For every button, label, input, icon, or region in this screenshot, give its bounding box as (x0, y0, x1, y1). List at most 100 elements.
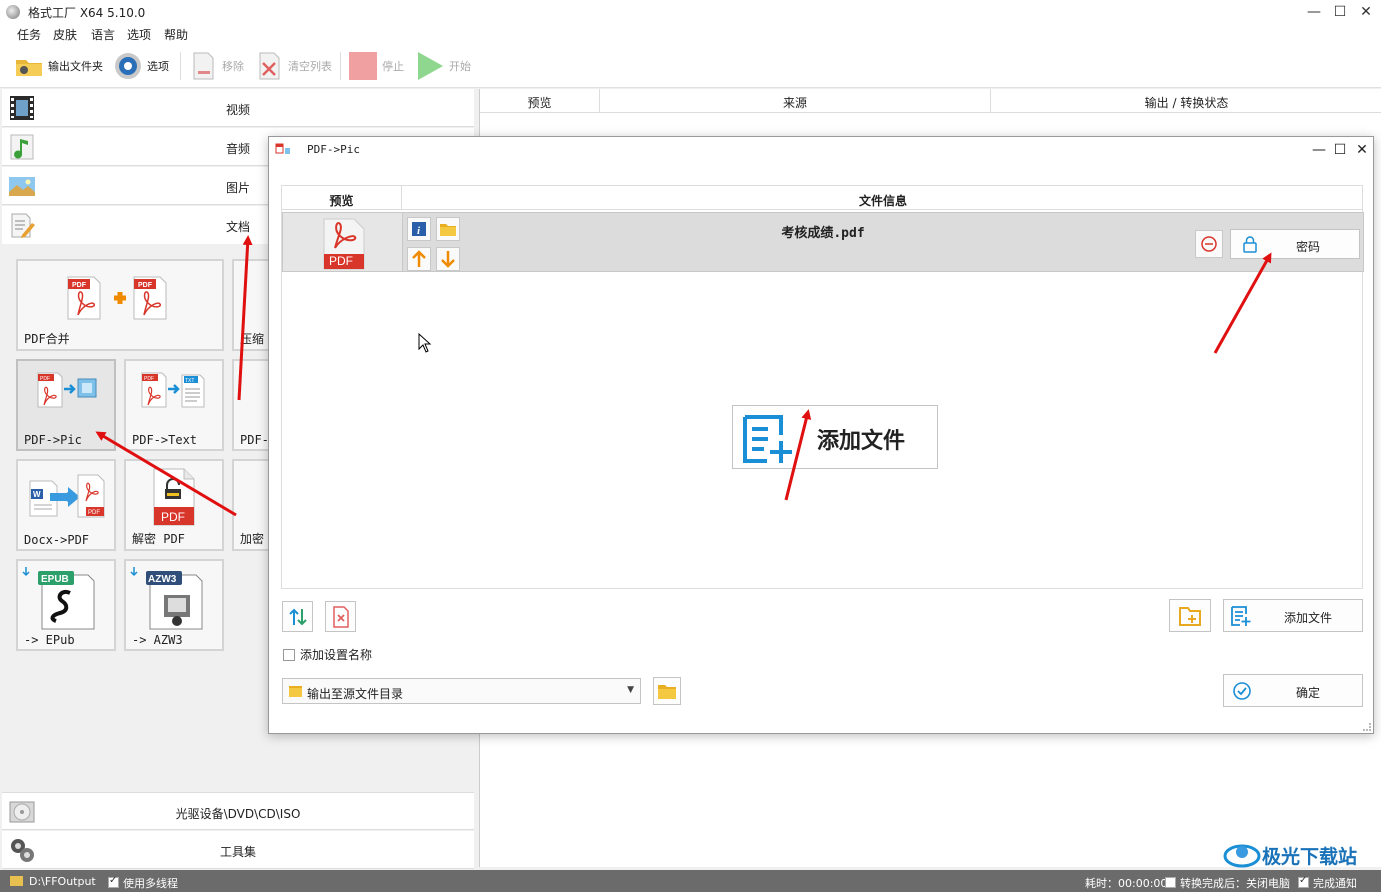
menu-help[interactable]: 帮助 (164, 26, 188, 43)
multithread-toggle[interactable]: 使用多线程 (108, 875, 178, 891)
file-row[interactable]: PDF i 考核成绩.pdf 密码 (282, 212, 1364, 272)
output-dir-select[interactable]: 输出至源文件目录 ▼ (282, 678, 641, 704)
output-path[interactable]: D:\FFOutput (10, 875, 96, 888)
folder-icon (658, 685, 676, 699)
tile-compress-label: 压缩 (240, 332, 265, 346)
tile-pdf-to-pic[interactable]: PDF PDF->Pic (16, 359, 116, 451)
start-button[interactable]: 开始 (415, 50, 471, 82)
watermark: 极光下载站 (1222, 838, 1372, 868)
watermark-logo (1223, 844, 1261, 868)
category-video[interactable]: 视频 (2, 89, 474, 127)
output-folder-button[interactable]: 输出文件夹 (14, 50, 103, 82)
status-bar: D:\FFOutput 使用多线程 耗时：00:00:00 转换完成后：关闭电脑… (0, 870, 1381, 892)
dialog-title: PDF->Pic (307, 143, 360, 156)
tile-pdf-merge[interactable]: PDF PDF PDF合并 (16, 259, 224, 351)
add-folder-button[interactable] (1169, 599, 1211, 632)
column-output-status[interactable]: 输出 / 转换状态 (991, 89, 1381, 113)
clear-files-icon (332, 605, 349, 628)
dialog-minimize-button[interactable]: — (1308, 140, 1330, 160)
arrow-down-icon (441, 251, 455, 268)
open-folder-button[interactable] (436, 217, 460, 241)
svg-text:W: W (33, 490, 41, 499)
pdf-merge-icon: PDF PDF (67, 276, 167, 320)
tile-decrypt-pdf[interactable]: PDF 解密 PDF (124, 459, 224, 551)
tile-to-epub[interactable]: EPUB -> EPub (16, 559, 116, 651)
folder-icon (10, 876, 23, 886)
clear-files-button[interactable] (325, 601, 356, 632)
menu-skin[interactable]: 皮肤 (53, 26, 77, 43)
info-icon: i (412, 222, 426, 237)
add-setting-name-checkbox[interactable] (283, 648, 295, 661)
move-down-button[interactable] (436, 247, 460, 271)
notify-toggle[interactable]: 完成通知 (1298, 875, 1357, 891)
browse-folder-button[interactable] (653, 677, 681, 705)
remove-doc-icon (193, 52, 214, 80)
add-file-icon (743, 415, 792, 463)
sort-button[interactable] (282, 601, 313, 632)
after-done-toggle[interactable]: 转换完成后：关闭电脑 (1165, 875, 1290, 891)
tile-encrypt[interactable]: 加密 (232, 459, 272, 551)
add-file-button[interactable]: 添加文件 (1223, 599, 1363, 632)
toolbar: 输出文件夹 选项 移除 清空列表 停止 开始 (0, 44, 1381, 88)
remove-file-button[interactable] (1195, 230, 1223, 258)
ok-button[interactable]: 确定 (1223, 674, 1363, 707)
svg-text:PDF: PDF (161, 510, 185, 524)
tile-pdf-merge-label: PDF合并 (24, 332, 70, 346)
file-preview-cell: PDF (283, 213, 403, 271)
output-dir-value: 输出至源文件目录 (307, 687, 404, 701)
column-source[interactable]: 来源 (600, 89, 991, 113)
menu-task[interactable]: 任务 (17, 26, 41, 43)
dialog-close-button[interactable]: ✕ (1351, 140, 1373, 160)
remove-button[interactable]: 移除 (188, 50, 244, 82)
minus-circle-icon (1201, 236, 1217, 252)
menu-options[interactable]: 选项 (127, 26, 151, 43)
stop-button[interactable]: 停止 (348, 50, 404, 82)
options-button[interactable]: 选项 (113, 50, 169, 82)
menu-language[interactable]: 语言 (91, 26, 115, 43)
file-info-button[interactable]: i (407, 217, 431, 241)
add-file-center-button[interactable]: 添加文件 (732, 405, 938, 469)
menu-bar: 任务 皮肤 语言 选项 帮助 (0, 24, 1381, 44)
category-toolbox[interactable]: 工具集 (2, 831, 474, 869)
category-optical[interactable]: 光驱设备\DVD\CD\ISO (2, 792, 474, 830)
pdf-thumbnail-label: PDF (329, 254, 353, 268)
svg-text:EPUB: EPUB (41, 574, 69, 585)
pdf-to-pic-small-icon (275, 143, 290, 154)
column-preview[interactable]: 预览 (480, 89, 600, 113)
svg-text:PDF: PDF (144, 376, 154, 382)
tile-pdf-to-text[interactable]: PDF TXT PDF->Text (124, 359, 224, 451)
tile-to-azw3-label: -> AZW3 (132, 633, 183, 647)
clear-list-button[interactable]: 清空列表 (254, 50, 332, 82)
svg-text:PDF: PDF (138, 282, 153, 289)
tile-to-azw3[interactable]: AZW3 -> AZW3 (124, 559, 224, 651)
window-title: 格式工厂 X64 5.10.0 (28, 6, 146, 20)
folder-icon (16, 60, 42, 76)
stop-icon (349, 52, 377, 80)
multithread-checkbox[interactable] (108, 875, 119, 888)
tile-pdf-other[interactable]: PDF- (232, 359, 272, 451)
azw3-icon: AZW3 (130, 567, 203, 630)
sort-icon (288, 608, 307, 625)
resize-grip[interactable] (1363, 723, 1371, 731)
dialog-column-file-info: 文件信息 (858, 194, 907, 208)
tile-compress[interactable]: 压缩 (232, 259, 272, 351)
password-button[interactable]: 密码 (1230, 229, 1360, 259)
tile-docx-to-pdf[interactable]: W PDF Docx->PDF (16, 459, 116, 551)
notify-checkbox[interactable] (1298, 875, 1309, 888)
mouse-cursor (418, 333, 432, 353)
folder-icon (440, 224, 456, 236)
app-icon (6, 5, 20, 19)
pdf-to-text-icon: PDF TXT (141, 372, 205, 408)
category-toolbox-label: 工具集 (219, 845, 256, 859)
after-done-checkbox[interactable] (1165, 877, 1176, 888)
svg-text:PDF: PDF (40, 376, 50, 382)
epub-icon: EPUB (22, 567, 95, 630)
arrow-up-icon (412, 250, 426, 267)
add-setting-name-toggle[interactable]: 添加设置名称 (283, 646, 372, 663)
dialog-column-preview: 预览 (282, 186, 402, 210)
dialog-maximize-button[interactable]: ☐ (1329, 140, 1351, 160)
tile-docx-to-pdf-label: Docx->PDF (24, 533, 90, 547)
move-up-button[interactable] (407, 247, 431, 271)
close-button[interactable]: ✕ (1351, 2, 1381, 22)
dialog-title-bar: PDF->Pic — ☐ ✕ (269, 137, 1373, 163)
